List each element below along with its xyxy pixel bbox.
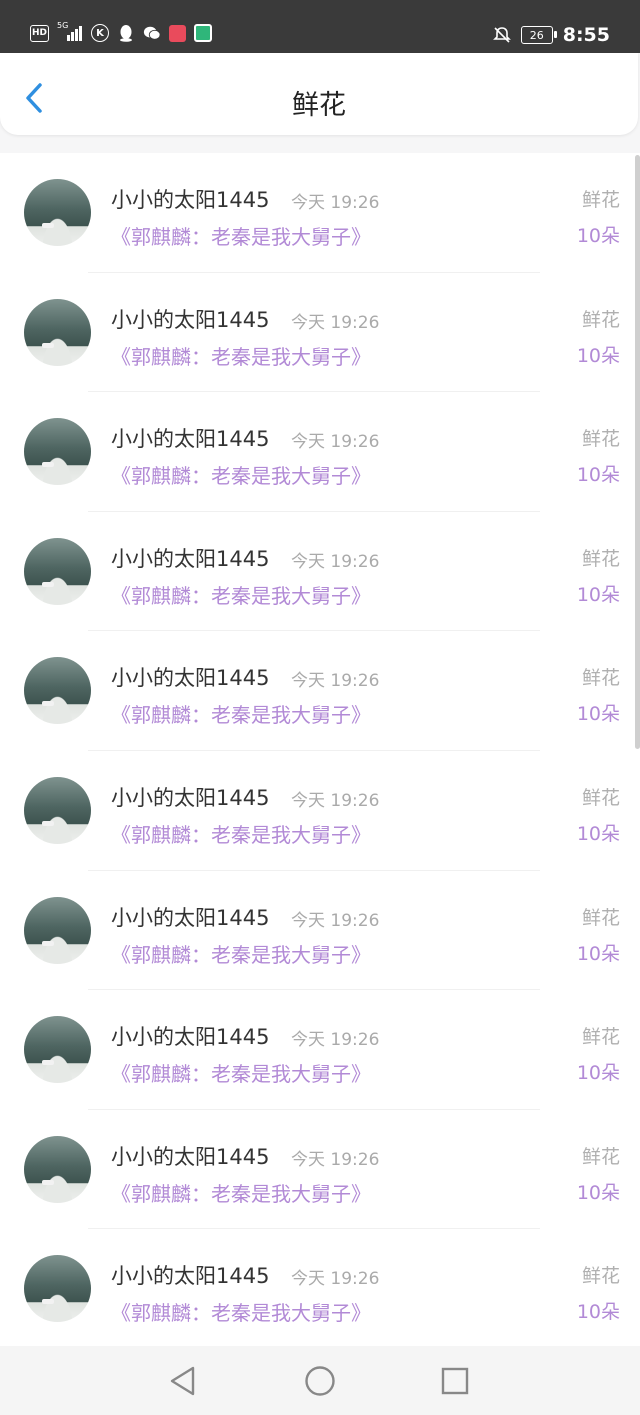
gift-list: 小小的太阳1445 今天 19:26 《郭麒麟：老秦是我大舅子》 鲜花 10朵 …	[0, 153, 640, 1349]
user-name[interactable]: 小小的太阳1445	[111, 1141, 269, 1171]
work-title[interactable]: 《郭麒麟：老秦是我大舅子》	[111, 341, 371, 370]
home-app-icon	[194, 24, 212, 42]
gift-count: 10朵	[576, 942, 620, 965]
system-nav-bar	[0, 1346, 640, 1415]
list-item[interactable]: 小小的太阳1445 今天 19:26 《郭麒麟：老秦是我大舅子》 鲜花 10朵	[0, 392, 640, 512]
user-name[interactable]: 小小的太阳1445	[111, 662, 269, 692]
user-name[interactable]: 小小的太阳1445	[111, 304, 269, 334]
book-app-icon	[169, 24, 186, 42]
hd-icon: HD	[30, 24, 49, 42]
list-item[interactable]: 小小的太阳1445 今天 19:26 《郭麒麟：老秦是我大舅子》 鲜花 10朵	[0, 990, 640, 1110]
list-item[interactable]: 小小的太阳1445 今天 19:26 《郭麒麟：老秦是我大舅子》 鲜花 10朵	[0, 273, 640, 393]
user-name[interactable]: 小小的太阳1445	[111, 1260, 269, 1290]
status-icons-right: 26 8:55	[492, 24, 610, 46]
square-recents-icon	[441, 1367, 469, 1395]
gift-type: 鲜花	[581, 786, 620, 809]
gift-count: 10朵	[576, 1062, 620, 1085]
timestamp: 今天 19:26	[291, 790, 380, 811]
list-item[interactable]: 小小的太阳1445 今天 19:26 《郭麒麟：老秦是我大舅子》 鲜花 10朵	[0, 1229, 640, 1349]
qq-icon	[117, 24, 135, 42]
gift-count: 10朵	[576, 344, 620, 367]
gift-count: 10朵	[576, 225, 620, 247]
gift-type: 鲜花	[581, 1026, 620, 1049]
scrollbar[interactable]	[635, 155, 640, 749]
gift-count: 10朵	[576, 703, 620, 726]
list-item[interactable]: 小小的太阳1445 今天 19:26 《郭麒麟：老秦是我大舅子》 鲜花 10朵	[0, 871, 640, 991]
list-item[interactable]: 小小的太阳1445 今天 19:26 《郭麒麟：老秦是我大舅子》 鲜花 10朵	[0, 751, 640, 871]
list-item[interactable]: 小小的太阳1445 今天 19:26 《郭麒麟：老秦是我大舅子》 鲜花 10朵	[0, 1110, 640, 1230]
avatar[interactable]	[24, 1255, 91, 1323]
gift-type: 鲜花	[581, 906, 620, 929]
gift-count: 10朵	[576, 583, 620, 606]
timestamp: 今天 19:26	[291, 910, 380, 931]
wechat-icon	[143, 24, 161, 42]
gift-count: 10朵	[576, 822, 620, 845]
nav-home-button[interactable]	[303, 1364, 337, 1398]
gift-type: 鲜花	[581, 1145, 620, 1168]
list-item[interactable]: 小小的太阳1445 今天 19:26 《郭麒麟：老秦是我大舅子》 鲜花 10朵	[0, 153, 640, 273]
status-icons-left: HD 5G K	[30, 21, 212, 42]
timestamp: 今天 19:26	[291, 671, 380, 692]
gift-type: 鲜花	[581, 428, 620, 451]
avatar[interactable]	[24, 179, 91, 246]
avatar[interactable]	[24, 896, 91, 964]
timestamp: 今天 19:26	[291, 551, 380, 572]
user-name[interactable]: 小小的太阳1445	[111, 902, 269, 932]
triangle-back-icon	[170, 1366, 195, 1396]
nav-back-button[interactable]	[166, 1364, 200, 1398]
work-title[interactable]: 《郭麒麟：老秦是我大舅子》	[111, 699, 371, 728]
timestamp: 今天 19:26	[291, 312, 380, 333]
avatar[interactable]	[24, 418, 91, 486]
app-header: 鲜花	[0, 53, 638, 135]
timestamp: 今天 19:26	[291, 1030, 380, 1051]
work-title[interactable]: 《郭麒麟：老秦是我大舅子》	[111, 580, 371, 609]
page-title: 鲜花	[292, 90, 346, 121]
avatar[interactable]	[24, 298, 91, 366]
avatar[interactable]	[24, 1135, 91, 1203]
user-name[interactable]: 小小的太阳1445	[111, 1021, 269, 1051]
notification-off-icon	[492, 26, 511, 44]
list-item[interactable]: 小小的太阳1445 今天 19:26 《郭麒麟：老秦是我大舅子》 鲜花 10朵	[0, 512, 640, 632]
gift-count: 10朵	[576, 464, 620, 487]
work-title[interactable]: 《郭麒麟：老秦是我大舅子》	[111, 1058, 371, 1087]
list-item[interactable]: 小小的太阳1445 今天 19:26 《郭麒麟：老秦是我大舅子》 鲜花 10朵	[0, 631, 640, 751]
timestamp: 今天 19:26	[291, 1149, 380, 1170]
avatar[interactable]	[24, 537, 91, 605]
user-name[interactable]: 小小的太阳1445	[111, 423, 269, 453]
nav-recents-button[interactable]	[438, 1364, 472, 1398]
timestamp: 今天 19:26	[291, 1269, 380, 1290]
gift-type: 鲜花	[581, 667, 620, 690]
avatar[interactable]	[24, 776, 91, 844]
network-label: 5G	[57, 21, 69, 30]
battery-icon: 26	[520, 26, 557, 44]
avatar[interactable]	[24, 657, 91, 725]
user-name[interactable]: 小小的太阳1445	[111, 543, 269, 573]
avatar[interactable]	[24, 1016, 91, 1084]
work-title[interactable]: 《郭麒麟：老秦是我大舅子》	[111, 221, 371, 250]
gift-type: 鲜花	[581, 547, 620, 570]
gift-type: 鲜花	[581, 308, 620, 331]
user-name[interactable]: 小小的太阳1445	[111, 782, 269, 812]
gift-type: 鲜花	[581, 189, 620, 211]
timestamp: 今天 19:26	[291, 432, 380, 453]
work-title[interactable]: 《郭麒麟：老秦是我大舅子》	[111, 1178, 371, 1207]
clock: 8:55	[562, 24, 610, 46]
work-title[interactable]: 《郭麒麟：老秦是我大舅子》	[111, 1297, 371, 1326]
circle-home-icon	[305, 1366, 335, 1396]
work-title[interactable]: 《郭麒麟：老秦是我大舅子》	[111, 939, 371, 968]
work-title[interactable]: 《郭麒麟：老秦是我大舅子》	[111, 460, 371, 489]
gift-type: 鲜花	[581, 1265, 620, 1288]
gift-count: 10朵	[576, 1181, 620, 1204]
timestamp: 今天 19:26	[291, 193, 380, 213]
work-title[interactable]: 《郭麒麟：老秦是我大舅子》	[111, 819, 371, 848]
user-name[interactable]: 小小的太阳1445	[111, 184, 269, 214]
gift-count: 10朵	[576, 1301, 620, 1324]
status-bar: HD 5G K 26 8:55	[0, 0, 640, 53]
signal-icon: 5G	[57, 21, 83, 42]
k-app-icon: K	[91, 24, 109, 42]
